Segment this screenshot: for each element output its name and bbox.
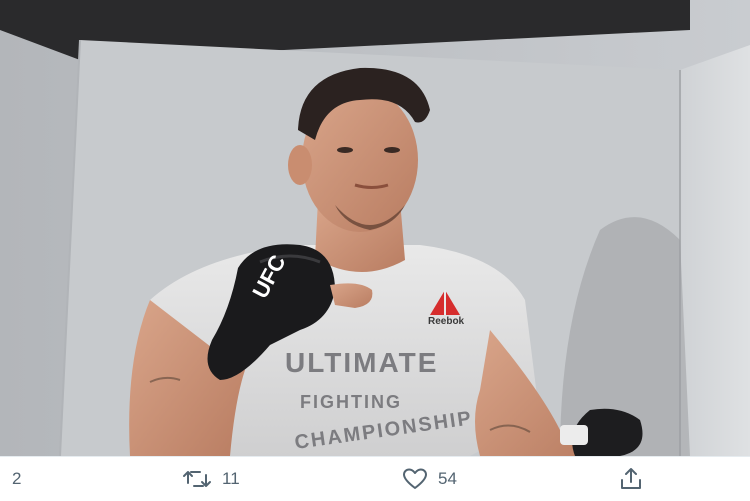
shirt-print-line-1: ULTIMATE [285,347,438,378]
retweet-button[interactable]: 11 [182,457,240,501]
tweet-photo[interactable]: UFC Reebok ULTIMATE FIGHTING CHAMPIONSHI… [0,0,750,456]
reply-count: 2 [12,469,22,488]
share-button[interactable] [618,457,644,501]
tweet-card: UFC Reebok ULTIMATE FIGHTING CHAMPIONSHI… [0,0,750,501]
reply-button[interactable]: 2 [12,457,21,501]
share-icon [618,467,644,491]
retweet-icon [182,468,212,490]
heart-icon [402,468,428,490]
ear [288,145,312,185]
shirt-print-line-2: FIGHTING [300,392,402,412]
tweet-action-bar: 2 11 54 [0,456,750,501]
fighter-photo-illustration: UFC Reebok ULTIMATE FIGHTING CHAMPIONSHI… [0,0,750,456]
side-wall [680,45,750,456]
like-button[interactable]: 54 [402,457,457,501]
retweet-count: 11 [222,469,240,488]
like-count: 54 [438,469,457,488]
svg-text:Reebok: Reebok [428,316,465,327]
